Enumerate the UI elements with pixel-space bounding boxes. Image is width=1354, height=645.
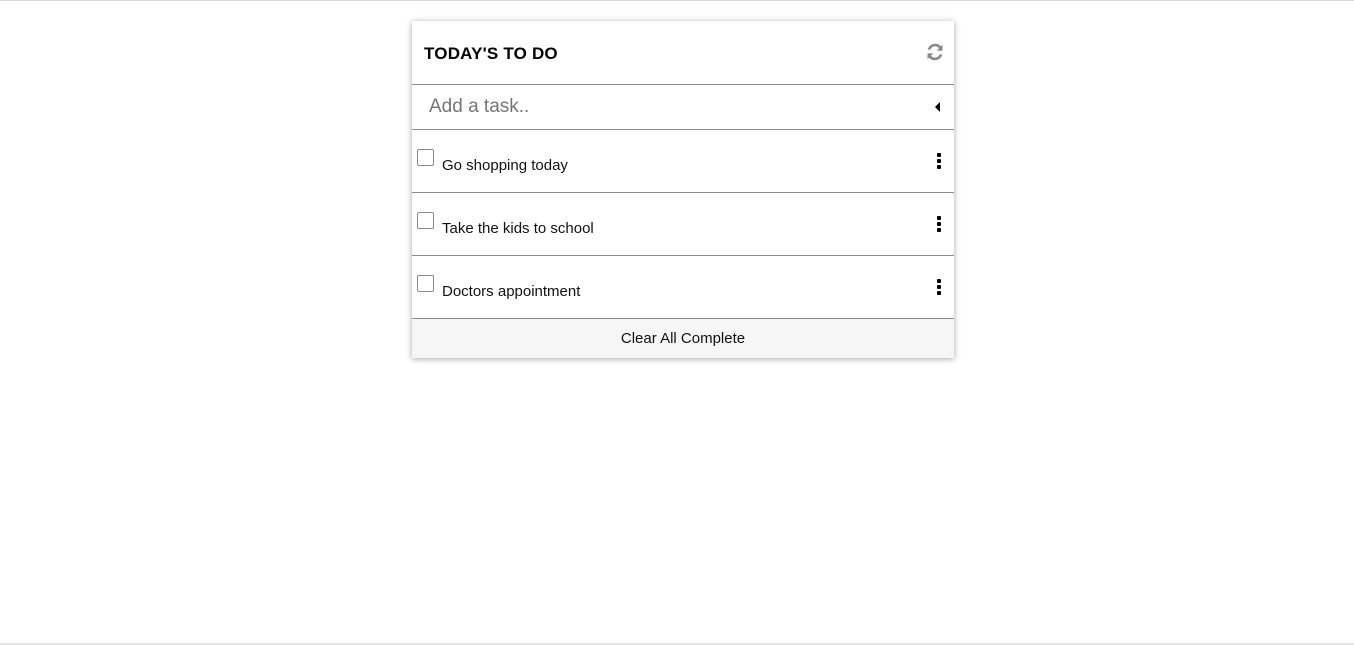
todo-card: TODAY'S TO DO Go shopping today Take the… [412, 21, 954, 358]
add-task-row [412, 85, 954, 130]
refresh-icon[interactable] [926, 43, 944, 61]
task-label: Go shopping today [442, 156, 568, 174]
caret-left-icon[interactable] [935, 102, 940, 112]
task-row: Take the kids to school [412, 193, 954, 256]
task-checkbox[interactable] [417, 211, 434, 229]
clear-all-complete-label: Clear All Complete [620, 330, 746, 347]
kebab-menu-icon[interactable] [933, 214, 945, 234]
task-checkbox[interactable] [417, 274, 434, 292]
task-label: Doctors appointment [442, 282, 581, 300]
card-title: TODAY'S TO DO [424, 43, 558, 63]
task-row: Go shopping today [412, 130, 954, 193]
task-row: Doctors appointment [412, 256, 954, 319]
task-label: Take the kids to school [442, 219, 594, 237]
clear-all-complete-button[interactable]: Clear All Complete [412, 319, 954, 358]
kebab-menu-icon[interactable] [933, 277, 945, 297]
kebab-menu-icon[interactable] [933, 151, 945, 171]
top-border [0, 0, 1354, 1]
card-header: TODAY'S TO DO [412, 21, 954, 85]
task-checkbox[interactable] [417, 148, 434, 166]
add-task-input[interactable] [429, 92, 935, 122]
